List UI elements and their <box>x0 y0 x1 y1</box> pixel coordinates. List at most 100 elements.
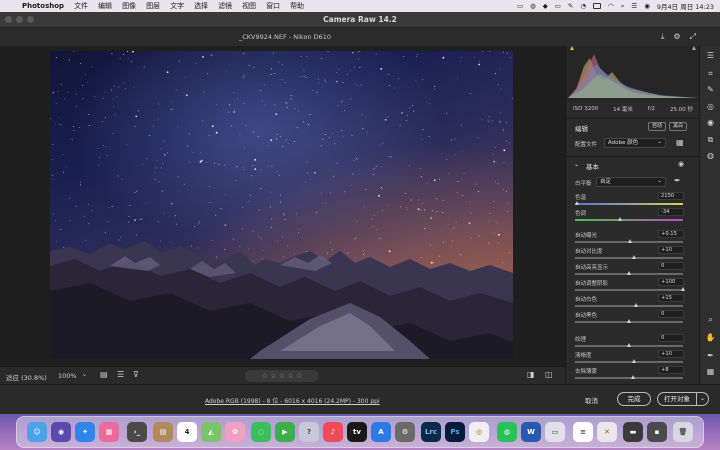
mask-icon[interactable]: ◎ <box>705 101 716 112</box>
fit-zoom-label[interactable]: 适应 (30.8%) <box>6 372 47 382</box>
slider-thumb[interactable] <box>630 375 635 379</box>
help-icon[interactable]: ? <box>299 422 319 442</box>
slider-thumb[interactable] <box>680 287 685 291</box>
filter-icon[interactable]: ⊽ <box>133 370 139 379</box>
ps-status-icon[interactable]: ▭ <box>517 2 523 10</box>
safari-icon[interactable]: ✦ <box>75 422 95 442</box>
slider-value-input[interactable]: +100 <box>658 278 684 286</box>
open-options-dropdown[interactable]: ⌄ <box>697 392 709 406</box>
compare-view-icon[interactable]: ◫ <box>545 370 553 379</box>
menu-window[interactable]: 窗口 <box>266 1 280 11</box>
slider-thumb[interactable] <box>631 359 636 363</box>
menu-view[interactable]: 视图 <box>242 1 256 11</box>
word-icon[interactable]: W <box>521 422 541 442</box>
color-sampler-icon[interactable]: ✒ <box>705 350 716 361</box>
menu-image[interactable]: 图像 <box>122 1 136 11</box>
slider-value-input[interactable]: +8 <box>658 366 684 374</box>
slider-track[interactable] <box>575 289 683 291</box>
slider-value-input[interactable]: +10 <box>658 246 684 254</box>
menu-help[interactable]: 帮助 <box>290 1 304 11</box>
wechat-icon[interactable]: ◍ <box>497 422 517 442</box>
messages-icon[interactable]: ◌ <box>251 422 271 442</box>
wechat-status-icon[interactable]: ◍ <box>530 2 536 10</box>
slider-row[interactable]: 去除薄雾 +8 <box>566 366 699 382</box>
rating-stars[interactable]: ☆ ☆ ☆ ☆ ☆ <box>262 372 302 380</box>
slider-row[interactable]: 自动曝光 +0.15 <box>566 230 699 246</box>
wifi-icon[interactable]: ◠ <box>608 2 614 10</box>
zoom-tool-icon[interactable]: ⌕ <box>705 314 716 325</box>
slider-value-input[interactable]: 2150 <box>658 192 684 200</box>
slider-track[interactable] <box>575 203 683 205</box>
save-icon[interactable]: ⤓ <box>661 32 665 42</box>
clock-icon[interactable]: ◔ <box>580 2 586 10</box>
desktop-thumbnail-icon[interactable]: ▬ <box>623 422 643 442</box>
done-button[interactable]: 完成 <box>617 392 651 406</box>
notes-icon[interactable]: ▤ <box>153 422 173 442</box>
menubar-datetime[interactable]: 9月4日 周日 14:23 <box>657 1 714 11</box>
facetime-icon[interactable]: ▶ <box>275 422 295 442</box>
slider-thumb[interactable] <box>631 255 636 259</box>
slider-row[interactable]: 自动高亮显示 0 <box>566 262 699 278</box>
control-center-icon[interactable]: ☰ <box>631 2 637 10</box>
preview-icon[interactable]: ▭ <box>545 422 565 442</box>
snapshots-icon[interactable]: ⧉ <box>705 134 716 145</box>
bw-button[interactable]: 黑白 <box>669 122 687 131</box>
open-object-button[interactable]: 打开对象 <box>657 392 697 406</box>
finder-icon[interactable]: ☺ <box>27 422 47 442</box>
slider-track[interactable] <box>575 257 683 259</box>
slider-track[interactable] <box>575 305 683 307</box>
auto-button[interactable]: 自动 <box>648 122 666 131</box>
slider-value-input[interactable]: +0.15 <box>658 230 684 238</box>
slider-value-input[interactable]: 0 <box>658 262 684 270</box>
slider-row[interactable]: 自动对比度 +10 <box>566 246 699 262</box>
crop-icon[interactable]: ⌗ <box>705 68 716 79</box>
basic-section-header[interactable]: ⌄ 基本 ◉ <box>566 156 699 171</box>
slider-row[interactable]: 自动黑色 0 <box>566 310 699 326</box>
document-thumbnail-icon[interactable]: ≡ <box>573 422 593 442</box>
slider-track[interactable] <box>575 361 683 363</box>
pen-icon[interactable]: ✎ <box>568 2 573 10</box>
siri-icon[interactable]: ◉ <box>644 2 650 10</box>
slider-thumb[interactable] <box>626 343 631 347</box>
healing-brush-icon[interactable]: ✎ <box>705 84 716 95</box>
slider-row[interactable]: 色调 -34 <box>566 208 699 224</box>
cancel-button[interactable]: 取消 <box>585 395 598 405</box>
slider-value-input[interactable]: +15 <box>658 294 684 302</box>
terminal-icon[interactable]: ›_ <box>127 422 147 442</box>
photos-icon[interactable]: ✿ <box>225 422 245 442</box>
eyedropper-icon[interactable]: ✒ <box>674 176 681 185</box>
maps-icon[interactable]: ◭ <box>201 422 221 442</box>
preview-photo[interactable] <box>50 51 513 359</box>
dropbox-icon[interactable]: ◆ <box>543 2 548 10</box>
slider-value-input[interactable]: -34 <box>658 208 684 216</box>
launchpad-icon[interactable]: ▦ <box>99 422 119 442</box>
battery-icon[interactable] <box>593 3 602 9</box>
profile-select[interactable]: Adobe 颜色 <box>604 138 666 148</box>
slider-track[interactable] <box>575 219 683 221</box>
zoom-dropdown-icon[interactable]: ⌄ <box>82 371 87 378</box>
photoshop-icon[interactable]: Ps <box>445 422 465 442</box>
menu-layer[interactable]: 图层 <box>146 1 160 11</box>
slider-thumb[interactable] <box>627 239 632 243</box>
slider-track[interactable] <box>575 377 683 379</box>
slider-row[interactable]: 自动白色 +15 <box>566 294 699 310</box>
slider-row[interactable]: 纹理 0 <box>566 334 699 350</box>
filmstrip-icon[interactable]: ▤ <box>100 370 108 379</box>
white-balance-select[interactable]: 自定 <box>596 177 666 187</box>
slider-thumb[interactable] <box>617 217 622 221</box>
settings-gear-icon[interactable]: ⚙ <box>673 32 680 42</box>
slider-row[interactable]: 清晰度 +10 <box>566 350 699 366</box>
slider-thumb[interactable] <box>634 303 639 307</box>
menu-type[interactable]: 文字 <box>170 1 184 11</box>
screenshot-thumbnail-icon[interactable]: ✕ <box>597 422 617 442</box>
menu-edit[interactable]: 编辑 <box>98 1 112 11</box>
before-after-icon[interactable]: ◨ <box>527 370 535 379</box>
music-icon[interactable]: ♪ <box>323 422 343 442</box>
hand-tool-icon[interactable]: ✋ <box>705 332 716 343</box>
profile-browser-icon[interactable]: ▦ <box>676 138 684 147</box>
slider-value-input[interactable]: 0 <box>658 334 684 342</box>
zoom-level[interactable]: 100% <box>58 372 77 380</box>
menu-select[interactable]: 选择 <box>194 1 208 11</box>
chevron-down-icon[interactable]: ⌄ <box>574 161 579 168</box>
apple-tv-icon[interactable]: tv <box>347 422 367 442</box>
